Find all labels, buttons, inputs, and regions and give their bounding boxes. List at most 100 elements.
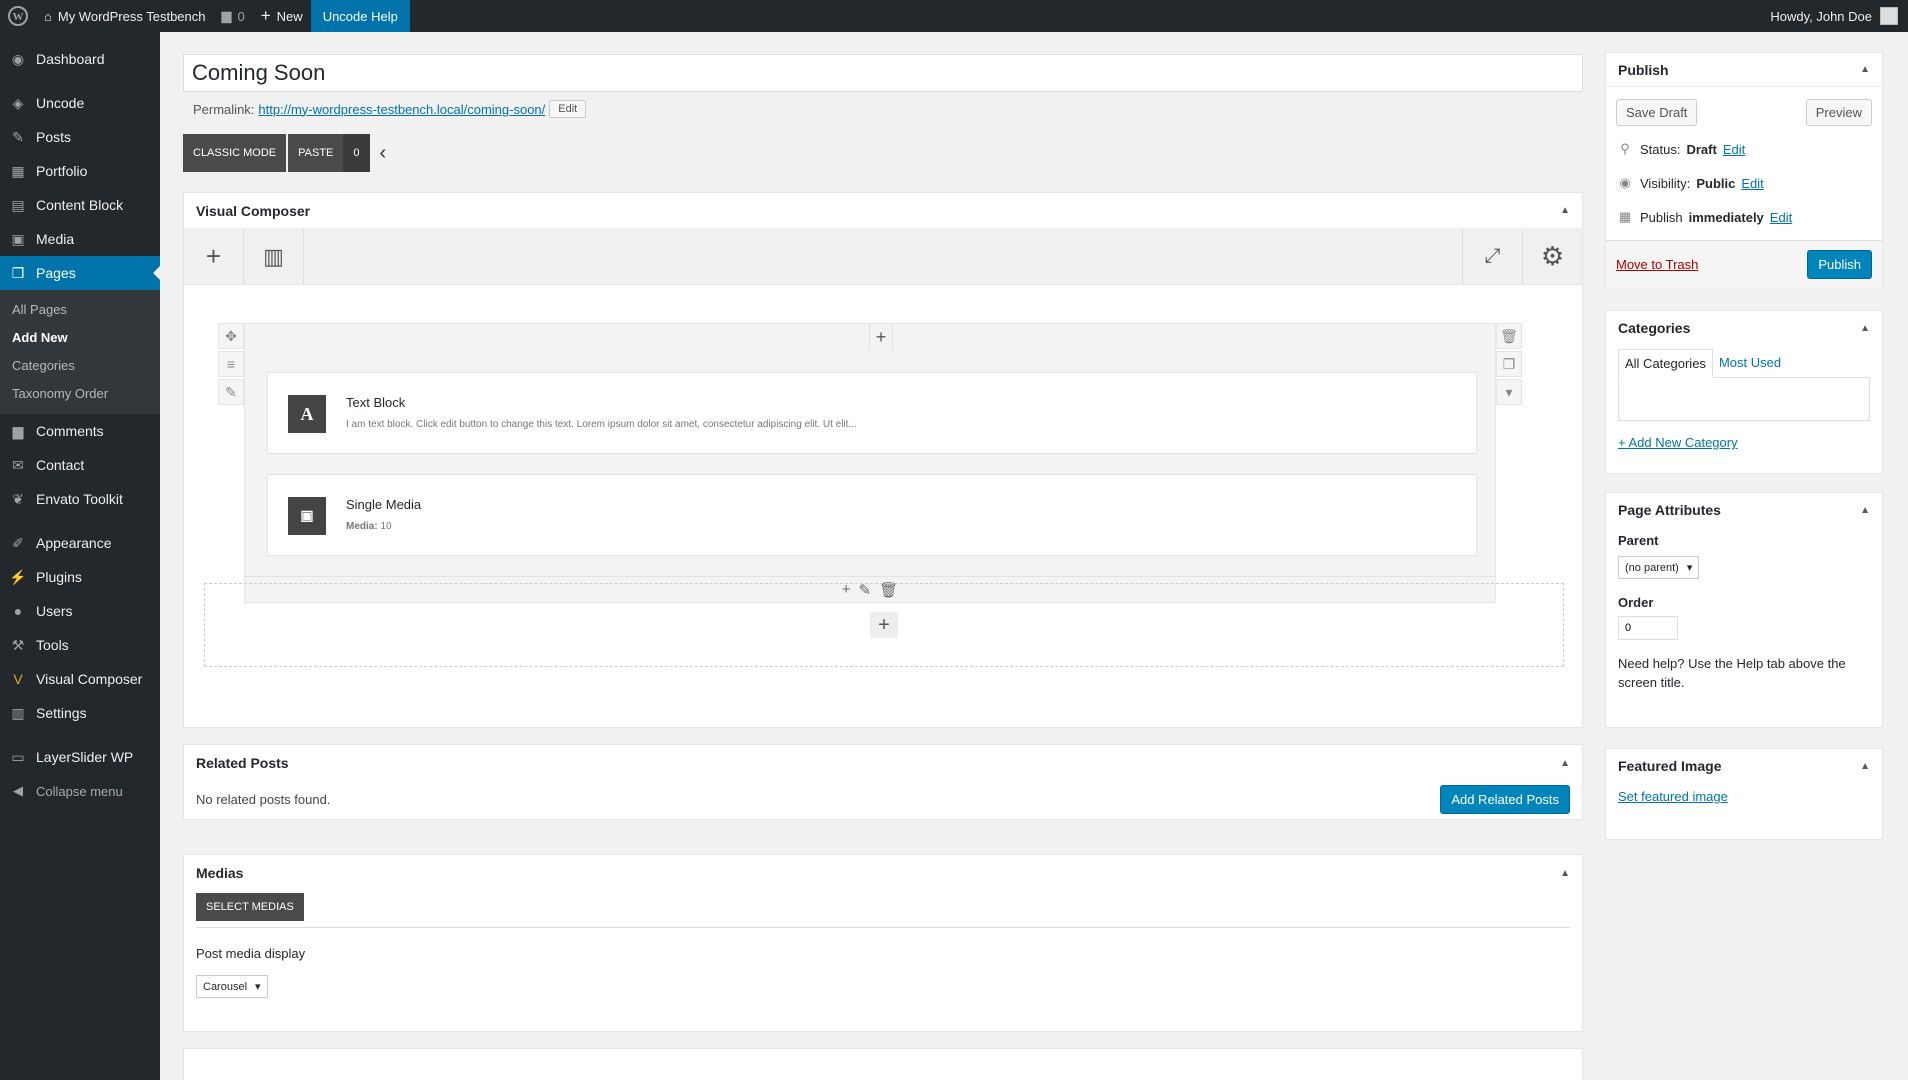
select-medias-button[interactable]: SELECT MEDIAS	[196, 893, 304, 921]
schedule-edit-link[interactable]: Edit	[1770, 210, 1792, 225]
wrench-icon: ⚒	[11, 636, 25, 653]
collapse-caret-icon[interactable]: ▲	[1860, 505, 1870, 516]
site-name-link[interactable]: ⌂ My WordPress Testbench	[36, 0, 214, 32]
page-attributes-header[interactable]: Page Attributes ▲	[1606, 493, 1882, 527]
sidebar-item-tools[interactable]: ⚒ Tools	[0, 628, 160, 662]
publish-box: Publish ▲ Save Draft Preview ⚲ Status: D…	[1605, 52, 1883, 288]
collapse-caret-icon[interactable]: ▲	[1860, 761, 1870, 772]
post-media-display-label: Post media display	[196, 946, 306, 961]
wordpress-logo-icon[interactable]: W	[0, 0, 36, 32]
submenu-all-pages[interactable]: All Pages	[0, 296, 160, 324]
uncode-help-link[interactable]: Uncode Help	[310, 0, 410, 32]
add-new-category-link[interactable]: + Add New Category	[1618, 435, 1870, 450]
admin-sidebar: ◉ Dashboard ◈ Uncode ✎ Posts ▦ Portfolio ▤ Co…	[0, 32, 160, 1080]
sidebar-item-contact[interactable]: ✉ Contact	[0, 448, 160, 482]
add-row-icon[interactable]: +	[870, 612, 898, 638]
text-block-element[interactable]: A Text Block I am text block. Click edit…	[267, 372, 1477, 454]
permalink-link[interactable]: http://my-wordpress-testbench.local/comi…	[258, 102, 545, 117]
vc-box-header[interactable]: Visual Composer ▲	[184, 193, 1582, 229]
sidebar-item-uncode[interactable]: ◈ Uncode	[0, 86, 160, 120]
page-attributes-help: Need help? Use the Help tab above the sc…	[1618, 656, 1846, 690]
add-related-posts-button[interactable]: Add Related Posts	[1440, 784, 1570, 814]
sidebar-item-dashboard[interactable]: ◉ Dashboard	[0, 42, 160, 76]
set-featured-image-link[interactable]: Set featured image	[1606, 783, 1882, 810]
edit-pencil-icon[interactable]: ✎	[218, 379, 244, 405]
permalink-edit-button[interactable]: Edit	[549, 100, 587, 118]
sidebar-item-plugins[interactable]: ⚡ Plugins	[0, 560, 160, 594]
submenu-add-new[interactable]: Add New	[0, 324, 160, 352]
pages-icon: ❐	[11, 264, 25, 281]
category-checklist[interactable]	[1618, 377, 1870, 421]
clone-icon[interactable]: ❐	[1496, 351, 1522, 377]
preview-button[interactable]: Preview	[1805, 99, 1872, 126]
publish-button[interactable]: Publish	[1807, 250, 1872, 279]
add-column-icon[interactable]: +	[869, 324, 893, 350]
new-content-link[interactable]: + New	[253, 0, 311, 32]
row-left-controls: ✥ ≡ ✎	[218, 323, 244, 405]
chevron-down-icon[interactable]: ▾	[1496, 379, 1522, 405]
single-media-element[interactable]: ▣ Single Media Media: 10	[267, 474, 1477, 556]
move-icon[interactable]: ✥	[218, 323, 244, 349]
chevron-left-icon[interactable]: ‹	[372, 142, 387, 165]
sidebar-item-comments[interactable]: ▆ Comments	[0, 414, 160, 448]
sidebar-item-visual-composer[interactable]: V Visual Composer	[0, 662, 160, 696]
templates-icon[interactable]: ▥	[244, 228, 304, 285]
vc-icon: V	[13, 671, 23, 687]
image-icon: ▣	[288, 497, 326, 535]
submenu-categories[interactable]: Categories	[0, 352, 160, 380]
text-block-icon: A	[288, 395, 326, 433]
classic-mode-button[interactable]: CLASSIC MODE	[183, 134, 287, 172]
medias-header[interactable]: Medias ▲	[184, 855, 1582, 891]
post-title-input[interactable]: Coming Soon	[183, 54, 1583, 92]
sidebar-item-appearance[interactable]: ✐ Appearance	[0, 526, 160, 560]
fullscreen-icon[interactable]: ⤢	[1462, 228, 1522, 285]
sidebar-item-pages[interactable]: ❐ Pages	[0, 256, 160, 290]
related-posts-box: Related Posts ▲ No related posts found. …	[183, 744, 1583, 820]
sidebar-item-users[interactable]: ● Users	[0, 594, 160, 628]
settings-icon: ▥	[11, 704, 25, 721]
schedule-row: ▦ Publish immediately Edit	[1606, 200, 1882, 234]
comments-link[interactable]: ▆ 0	[214, 0, 253, 32]
visibility-edit-link[interactable]: Edit	[1741, 176, 1763, 191]
move-to-trash-link[interactable]: Move to Trash	[1616, 257, 1698, 272]
sidebar-item-media[interactable]: ▣ Media	[0, 222, 160, 256]
sidebar-item-content-block[interactable]: ▤ Content Block	[0, 188, 160, 222]
featured-image-header[interactable]: Featured Image ▲	[1606, 749, 1882, 783]
sidebar-item-settings[interactable]: ▥ Settings	[0, 696, 160, 730]
trash-icon[interactable]: 🗑	[1496, 323, 1522, 349]
add-element-icon[interactable]: +	[184, 228, 244, 285]
publish-header[interactable]: Publish ▲	[1606, 53, 1882, 87]
account-menu[interactable]: Howdy, John Doe	[1770, 7, 1908, 25]
avatar	[1880, 7, 1898, 25]
collapse-caret-icon[interactable]: ▲	[1560, 868, 1570, 879]
save-draft-button[interactable]: Save Draft	[1616, 99, 1698, 126]
pin-icon: ✎	[12, 128, 24, 145]
sidebar-item-layerslider[interactable]: ▭ LayerSlider WP	[0, 740, 160, 774]
submenu-taxonomy-order[interactable]: Taxonomy Order	[0, 380, 160, 408]
collapse-caret-icon[interactable]: ▲	[1860, 323, 1870, 334]
sidebar-item-posts[interactable]: ✎ Posts	[0, 120, 160, 154]
vc-toolbar: + ▥ ⤢ ⚙	[184, 228, 1582, 285]
paste-button[interactable]: PASTE	[288, 134, 344, 172]
order-input[interactable]	[1618, 616, 1678, 640]
related-posts-header[interactable]: Related Posts ▲	[184, 745, 1582, 781]
sidebar-item-envato-toolkit[interactable]: ❦ Envato Toolkit	[0, 482, 160, 516]
tab-all-categories[interactable]: All Categories	[1618, 349, 1713, 378]
row-layout-icon[interactable]: ≡	[218, 351, 244, 377]
collapse-caret-icon[interactable]: ▲	[1560, 758, 1570, 769]
collapse-caret-icon[interactable]: ▲	[1860, 64, 1870, 75]
visual-composer-box: Visual Composer ▲ + ▥ ⤢ ⚙ ✥ ≡ ✎ + A Text…	[183, 192, 1583, 728]
add-row-area[interactable]: +	[204, 583, 1564, 667]
parent-select[interactable]: (no parent) ▾	[1618, 556, 1700, 579]
media-display-select[interactable]: Carousel ▾	[196, 975, 268, 998]
eye-icon: ◉	[1619, 175, 1631, 190]
comment-icon: ▆	[221, 8, 232, 23]
status-edit-link[interactable]: Edit	[1723, 142, 1745, 157]
categories-header[interactable]: Categories ▲	[1606, 311, 1882, 345]
collapse-caret-icon[interactable]: ▲	[1560, 205, 1570, 216]
page-options-box	[183, 1048, 1583, 1080]
sidebar-item-portfolio[interactable]: ▦ Portfolio	[0, 154, 160, 188]
tab-most-used[interactable]: Most Used	[1713, 349, 1787, 378]
settings-gear-icon[interactable]: ⚙	[1522, 228, 1582, 285]
collapse-menu-button[interactable]: ◀ Collapse menu	[0, 774, 160, 808]
